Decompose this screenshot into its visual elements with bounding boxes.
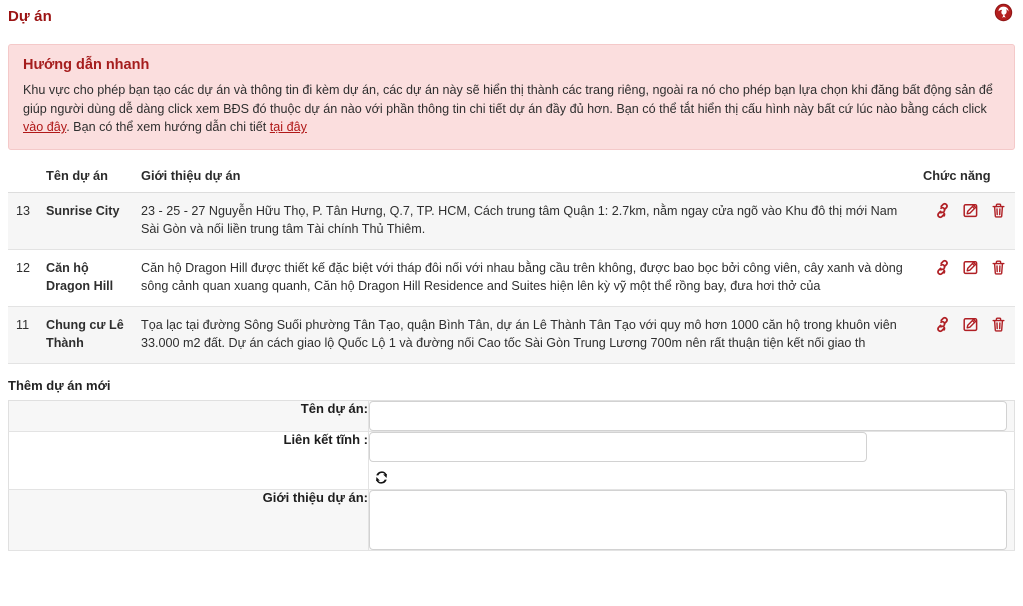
static-link-input[interactable]: [369, 432, 867, 462]
alert-title: Hướng dẫn nhanh: [23, 56, 1000, 74]
label-project-name: Tên dự án:: [9, 400, 369, 431]
row-project-name: Chung cư Lê Thành: [38, 306, 133, 363]
field-project-name-cell: [369, 400, 1015, 431]
label-static-link: Liên kết tĩnh :: [9, 431, 369, 489]
alert-link-enable-here[interactable]: vào đây: [23, 120, 66, 134]
trash-icon[interactable]: [985, 202, 1007, 220]
edit-icon[interactable]: [957, 316, 979, 334]
alert-body: Khu vực cho phép bạn tạo các dự án và th…: [23, 81, 1000, 137]
globe-icon[interactable]: [994, 3, 1013, 22]
row-id: 11: [8, 306, 38, 363]
column-header-functions: Chức năng: [915, 166, 1015, 193]
form-row-project-name: Tên dự án:: [9, 400, 1015, 431]
field-project-description-cell: [369, 489, 1015, 550]
project-description-textarea[interactable]: [369, 490, 1007, 550]
page-header: Dự án: [0, 0, 1023, 36]
row-project-description: Tọa lạc tại đường Sông Suối phường Tân T…: [133, 306, 915, 363]
row-project-description: 23 - 25 - 27 Nguyễn Hữu Thọ, P. Tân Hưng…: [133, 192, 915, 249]
row-project-description: Căn hộ Dragon Hill được thiết kế đặc biệ…: [133, 249, 915, 306]
edit-icon[interactable]: [957, 259, 979, 277]
table-row: 13Sunrise City23 - 25 - 27 Nguyễn Hữu Th…: [8, 192, 1015, 249]
table-row: 11Chung cư Lê ThànhTọa lạc tại đường Sôn…: [8, 306, 1015, 363]
table-row: 12Căn hộ Dragon HillCăn hộ Dragon Hill đ…: [8, 249, 1015, 306]
form-row-static-link: Liên kết tĩnh :: [9, 431, 1015, 489]
alert-text-2: . Bạn có thể xem hướng dẫn chi tiết: [66, 120, 270, 134]
column-header-name: Tên dự án: [38, 166, 133, 193]
label-project-description: Giới thiệu dự án:: [9, 489, 369, 550]
row-id: 13: [8, 192, 38, 249]
projects-table: Tên dự án Giới thiệu dự án Chức năng 13S…: [8, 166, 1015, 364]
alert-text-1: Khu vực cho phép bạn tạo các dự án và th…: [23, 83, 993, 116]
row-actions: [915, 306, 1015, 363]
alert-link-guide-here[interactable]: tại đây: [270, 120, 307, 134]
trash-icon[interactable]: [985, 316, 1007, 334]
column-header-id: [8, 166, 38, 193]
table-header-row: Tên dự án Giới thiệu dự án Chức năng: [8, 166, 1015, 193]
project-name-input[interactable]: [369, 401, 1007, 431]
projects-table-body: 13Sunrise City23 - 25 - 27 Nguyễn Hữu Th…: [8, 192, 1015, 363]
row-id: 12: [8, 249, 38, 306]
quick-guide-alert: Hướng dẫn nhanh Khu vực cho phép bạn tạo…: [8, 44, 1015, 150]
field-static-link-cell: [369, 431, 1015, 489]
page-title: Dự án: [8, 8, 1023, 26]
column-header-description: Giới thiệu dự án: [133, 166, 915, 193]
link-icon[interactable]: [929, 259, 951, 277]
projects-table-head: Tên dự án Giới thiệu dự án Chức năng: [8, 166, 1015, 193]
trash-icon[interactable]: [985, 259, 1007, 277]
row-project-name: Sunrise City: [38, 192, 133, 249]
form-row-project-description: Giới thiệu dự án:: [9, 489, 1015, 550]
row-actions: [915, 192, 1015, 249]
add-project-heading: Thêm dự án mới: [8, 378, 1015, 393]
row-project-name: Căn hộ Dragon Hill: [38, 249, 133, 306]
add-project-form: Tên dự án: Liên kết tĩnh :: [8, 400, 1015, 551]
link-icon[interactable]: [929, 202, 951, 220]
refresh-icon[interactable]: [373, 469, 390, 486]
projects-page: Dự án Hướng dẫn nhanh Khu vực cho phép b…: [0, 0, 1023, 606]
row-actions: [915, 249, 1015, 306]
projects-table-wrapper: Tên dự án Giới thiệu dự án Chức năng 13S…: [8, 166, 1015, 364]
edit-icon[interactable]: [957, 202, 979, 220]
link-icon[interactable]: [929, 316, 951, 334]
